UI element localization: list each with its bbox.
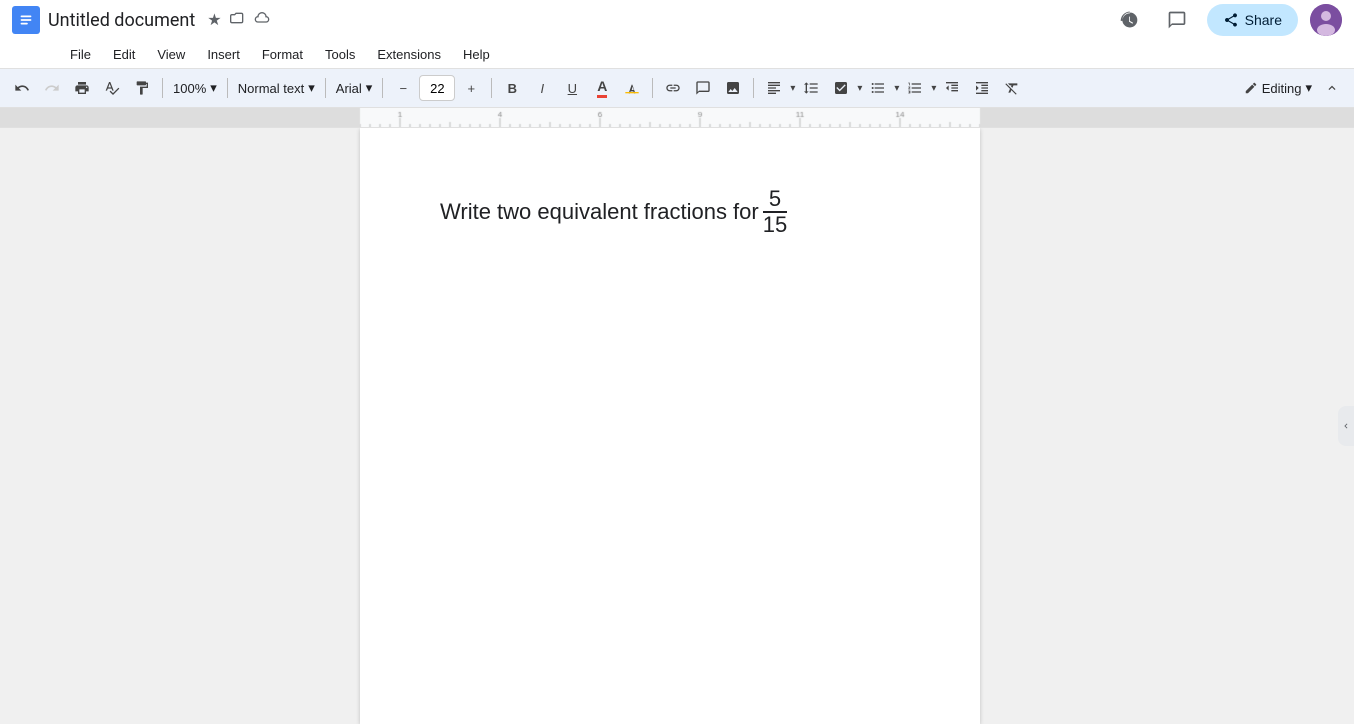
undo-button[interactable] xyxy=(8,74,36,102)
fraction-numerator: 5 xyxy=(769,188,781,210)
editing-mode-select[interactable]: Editing ▾ xyxy=(1240,74,1316,102)
text-color-label: A xyxy=(597,78,607,98)
align-dropdown-icon: ▾ xyxy=(790,83,795,94)
indent-increase-button[interactable] xyxy=(968,74,996,102)
comment-button[interactable] xyxy=(689,74,717,102)
highlight-button[interactable] xyxy=(618,74,646,102)
share-label: Share xyxy=(1245,12,1282,28)
comments-button[interactable] xyxy=(1159,2,1195,38)
editing-dropdown-icon: ▾ xyxy=(1305,80,1312,96)
text-style-dropdown-icon: ▾ xyxy=(308,80,315,96)
bold-button[interactable]: B xyxy=(498,74,526,102)
font-size-display[interactable]: 22 xyxy=(419,75,455,101)
image-button[interactable] xyxy=(719,74,747,102)
zoom-select[interactable]: 100% ▾ xyxy=(169,74,221,102)
spellcheck-button[interactable] xyxy=(98,74,126,102)
clear-formatting-button[interactable] xyxy=(998,74,1026,102)
checklist-button[interactable] xyxy=(827,74,855,102)
font-size-increase-button[interactable]: + xyxy=(457,74,485,102)
font-dropdown-icon: ▾ xyxy=(366,80,373,96)
cloud-icon[interactable] xyxy=(254,10,270,31)
menu-insert[interactable]: Insert xyxy=(197,43,250,66)
menu-extensions[interactable]: Extensions xyxy=(367,43,451,66)
folder-icon[interactable] xyxy=(230,10,246,31)
toolbar: 100% ▾ Normal text ▾ Arial ▾ − 22 + B I … xyxy=(0,68,1354,108)
user-avatar[interactable] xyxy=(1310,4,1342,36)
bullet-dropdown-icon: ▾ xyxy=(894,83,899,94)
ruler xyxy=(0,108,1354,128)
checklist-dropdown-icon: ▾ xyxy=(857,83,862,94)
italic-button[interactable]: I xyxy=(528,74,556,102)
divider-3 xyxy=(325,78,326,98)
font-size-decrease-button[interactable]: − xyxy=(389,74,417,102)
content-text: Write two equivalent fractions for xyxy=(440,195,759,228)
bullet-list-button[interactable] xyxy=(864,74,892,102)
redo-button[interactable] xyxy=(38,74,66,102)
side-panel-collapse[interactable] xyxy=(1338,406,1354,446)
line-spacing-button[interactable] xyxy=(797,74,825,102)
content-area[interactable]: Write two equivalent fractions for 5 15 xyxy=(0,128,1354,724)
right-margin xyxy=(980,128,1354,724)
menu-edit[interactable]: Edit xyxy=(103,43,145,66)
indent-decrease-button[interactable] xyxy=(938,74,966,102)
menu-bar: File Edit View Insert Format Tools Exten… xyxy=(0,40,1354,68)
text-style-select[interactable]: Normal text ▾ xyxy=(234,74,319,102)
editing-mode-label: Editing xyxy=(1262,81,1302,96)
document-page[interactable]: Write two equivalent fractions for 5 15 xyxy=(360,128,980,724)
divider-4 xyxy=(382,78,383,98)
menu-format[interactable]: Format xyxy=(252,43,313,66)
align-button[interactable] xyxy=(760,74,788,102)
divider-1 xyxy=(162,78,163,98)
share-button[interactable]: Share xyxy=(1207,4,1298,36)
numbered-dropdown-icon: ▾ xyxy=(931,83,936,94)
title-bar: Untitled document ★ Share xyxy=(0,0,1354,40)
document-title[interactable]: Untitled document xyxy=(48,10,195,31)
menu-file[interactable]: File xyxy=(60,43,101,66)
divider-2 xyxy=(227,78,228,98)
zoom-value: 100% xyxy=(173,81,206,96)
print-button[interactable] xyxy=(68,74,96,102)
fraction-denominator: 15 xyxy=(763,214,787,236)
font-select[interactable]: Arial ▾ xyxy=(332,74,377,102)
text-color-button[interactable]: A xyxy=(588,74,616,102)
menu-tools[interactable]: Tools xyxy=(315,43,365,66)
numbered-list-button[interactable] xyxy=(901,74,929,102)
font-value: Arial xyxy=(336,81,362,96)
divider-5 xyxy=(491,78,492,98)
text-style-value: Normal text xyxy=(238,81,304,96)
link-button[interactable] xyxy=(659,74,687,102)
history-button[interactable] xyxy=(1111,2,1147,38)
menu-view[interactable]: View xyxy=(147,43,195,66)
google-docs-icon[interactable] xyxy=(12,6,40,34)
paint-format-button[interactable] xyxy=(128,74,156,102)
divider-6 xyxy=(652,78,653,98)
menu-help[interactable]: Help xyxy=(453,43,500,66)
title-icons: ★ xyxy=(207,10,269,31)
fraction: 5 15 xyxy=(763,188,787,236)
top-right-actions: Share xyxy=(1111,2,1342,38)
left-margin xyxy=(0,128,360,724)
document-content: Write two equivalent fractions for 5 15 xyxy=(440,188,900,236)
zoom-dropdown-icon: ▾ xyxy=(210,80,217,96)
underline-button[interactable]: U xyxy=(558,74,586,102)
star-icon[interactable]: ★ xyxy=(207,10,221,30)
toolbar-collapse-button[interactable] xyxy=(1318,74,1346,102)
divider-7 xyxy=(753,78,754,98)
